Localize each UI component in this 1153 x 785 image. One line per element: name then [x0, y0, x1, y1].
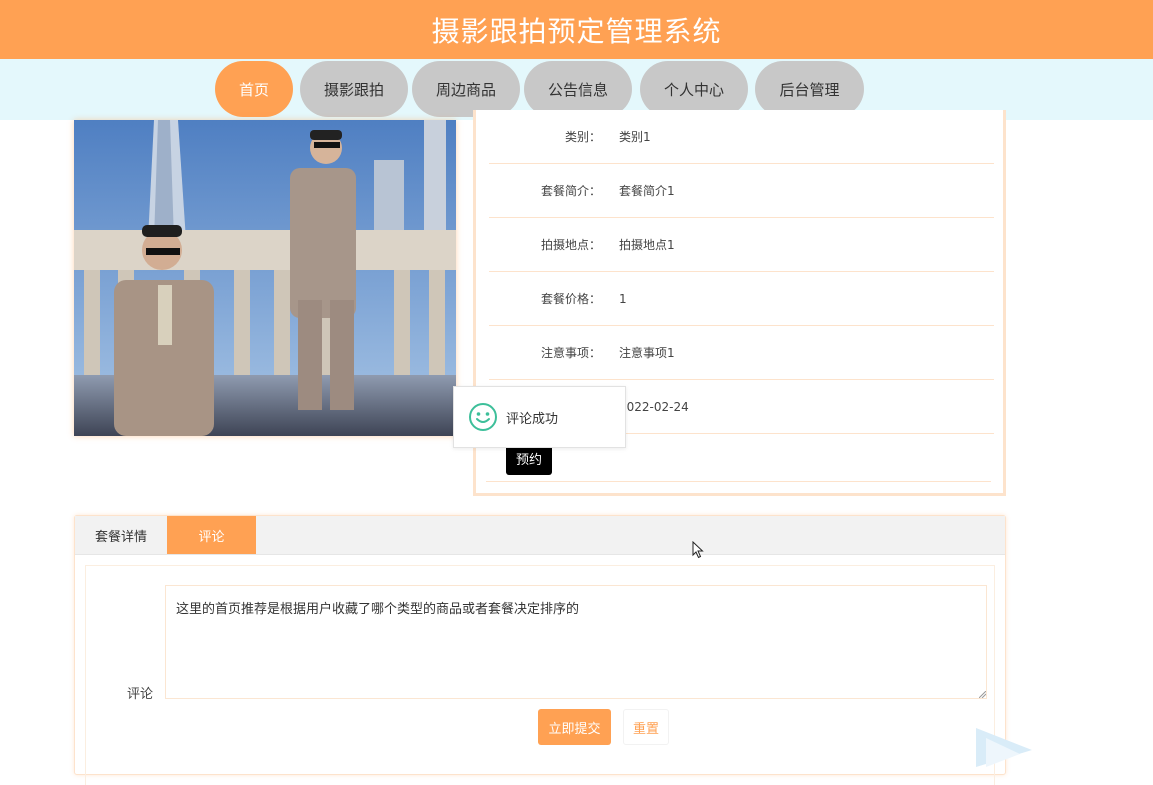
detail-value: 拍摄地点1	[619, 238, 675, 252]
comment-label: 评论	[127, 687, 154, 702]
nav-item-home[interactable]: 首页	[215, 61, 293, 117]
resize-handle-icon[interactable]	[979, 691, 986, 698]
mouse-cursor-icon	[692, 541, 704, 559]
nav-item-photography[interactable]: 摄影跟拍	[300, 61, 408, 117]
detail-label: 套餐简介：	[540, 184, 601, 198]
app-header: 摄影跟拍预定管理系统	[0, 0, 1153, 59]
detail-row-price: 套餐价格： 1	[489, 272, 994, 326]
tabs-panel: 套餐详情 评论 评论 这里的首页推荐是根据用户收藏了哪个类型的商品或者套餐决定排…	[74, 515, 1006, 785]
divider	[486, 481, 991, 482]
detail-row-category: 类别： 类别1	[489, 110, 994, 164]
submit-button[interactable]: 立即提交	[538, 709, 611, 745]
detail-value: 类别1	[619, 130, 651, 144]
detail-label: 拍摄地点：	[540, 238, 601, 252]
nav-item-admin[interactable]: 后台管理	[755, 61, 864, 117]
nav-item-profile[interactable]: 个人中心	[640, 61, 748, 117]
page-title: 摄影跟拍预定管理系统	[431, 14, 722, 48]
detail-value: 套餐简介1	[619, 184, 675, 198]
tab-comments[interactable]: 评论	[167, 516, 256, 554]
detail-value: 2022-02-24	[619, 399, 689, 414]
comment-textarea[interactable]: 这里的首页推荐是根据用户收藏了哪个类型的商品或者套餐决定排序的	[165, 585, 987, 699]
smile-icon	[469, 403, 497, 431]
detail-row-notes: 注意事项： 注意事项1	[489, 326, 994, 380]
watermark-play-icon	[976, 728, 1032, 767]
detail-value: 注意事项1	[619, 346, 675, 360]
reset-button[interactable]: 重置	[623, 709, 669, 745]
detail-value: 1	[619, 291, 627, 306]
comment-form: 评论 这里的首页推荐是根据用户收藏了哪个类型的商品或者套餐决定排序的 立即提交 …	[85, 565, 995, 785]
toast-message: 评论成功	[506, 411, 559, 427]
tab-bar: 套餐详情 评论	[75, 516, 1005, 555]
tab-package-details[interactable]: 套餐详情	[75, 516, 167, 554]
package-photo	[74, 120, 456, 436]
success-toast: 评论成功	[453, 386, 626, 448]
nav-item-announcements[interactable]: 公告信息	[524, 61, 632, 117]
detail-label: 类别：	[564, 130, 601, 144]
nav-item-products[interactable]: 周边商品	[412, 61, 520, 117]
detail-label: 注意事项：	[540, 346, 601, 360]
detail-row-summary: 套餐简介： 套餐简介1	[489, 164, 994, 218]
detail-row-location: 拍摄地点： 拍摄地点1	[489, 218, 994, 272]
detail-label: 套餐价格：	[540, 292, 601, 306]
